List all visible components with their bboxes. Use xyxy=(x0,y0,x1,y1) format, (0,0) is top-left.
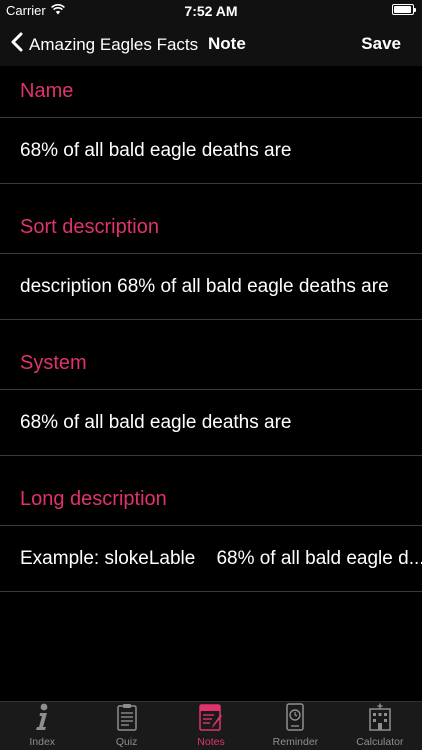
tab-notes[interactable]: Notes xyxy=(169,702,253,750)
tab-quiz[interactable]: Quiz xyxy=(84,702,168,750)
name-field[interactable]: 68% of all bald eagle deaths are xyxy=(0,118,422,184)
tab-notes-label: Notes xyxy=(197,736,225,748)
navigation-bar: Amazing Eagles Facts Note Save xyxy=(0,22,422,66)
page-title: Note xyxy=(208,34,246,53)
tab-reminder[interactable]: Reminder xyxy=(253,702,337,750)
tab-calculator[interactable]: Calculator xyxy=(338,702,422,750)
name-header: Name xyxy=(0,66,422,118)
sort-description-header: Sort description xyxy=(0,202,422,254)
status-right xyxy=(392,4,416,15)
note-form: Name 68% of all bald eagle deaths are So… xyxy=(0,66,422,592)
tab-bar: Index Quiz Notes Reminder Calculator xyxy=(0,701,422,750)
long-description-field[interactable]: Example: slokeLable 68% of all bald eagl… xyxy=(0,526,422,592)
save-button[interactable]: Save xyxy=(361,34,401,54)
tab-index-label: Index xyxy=(29,736,56,748)
status-time: 7:52 AM xyxy=(184,3,238,19)
back-button[interactable]: Amazing Eagles Facts xyxy=(10,32,198,57)
info-icon xyxy=(32,703,52,736)
back-label: Amazing Eagles Facts xyxy=(29,34,199,54)
tab-index[interactable]: Index xyxy=(0,702,84,750)
calculator-icon xyxy=(368,703,392,736)
battery-icon xyxy=(392,4,416,15)
notes-icon xyxy=(199,703,223,736)
tab-quiz-label: Quiz xyxy=(115,736,138,748)
tab-calculator-label: Calculator xyxy=(356,736,404,748)
quiz-icon xyxy=(116,703,138,736)
sort-description-field[interactable]: description 68% of all bald eagle deaths… xyxy=(0,254,422,320)
battery-level xyxy=(394,6,412,13)
system-field[interactable]: 68% of all bald eagle deaths are xyxy=(0,390,422,456)
system-header: System xyxy=(0,338,422,390)
status-bar: Carrier 7:52 AM xyxy=(0,0,422,22)
chevron-left-icon xyxy=(10,32,23,57)
long-description-header: Long description xyxy=(0,474,422,526)
tab-reminder-label: Reminder xyxy=(272,736,319,748)
reminder-icon xyxy=(285,703,305,736)
